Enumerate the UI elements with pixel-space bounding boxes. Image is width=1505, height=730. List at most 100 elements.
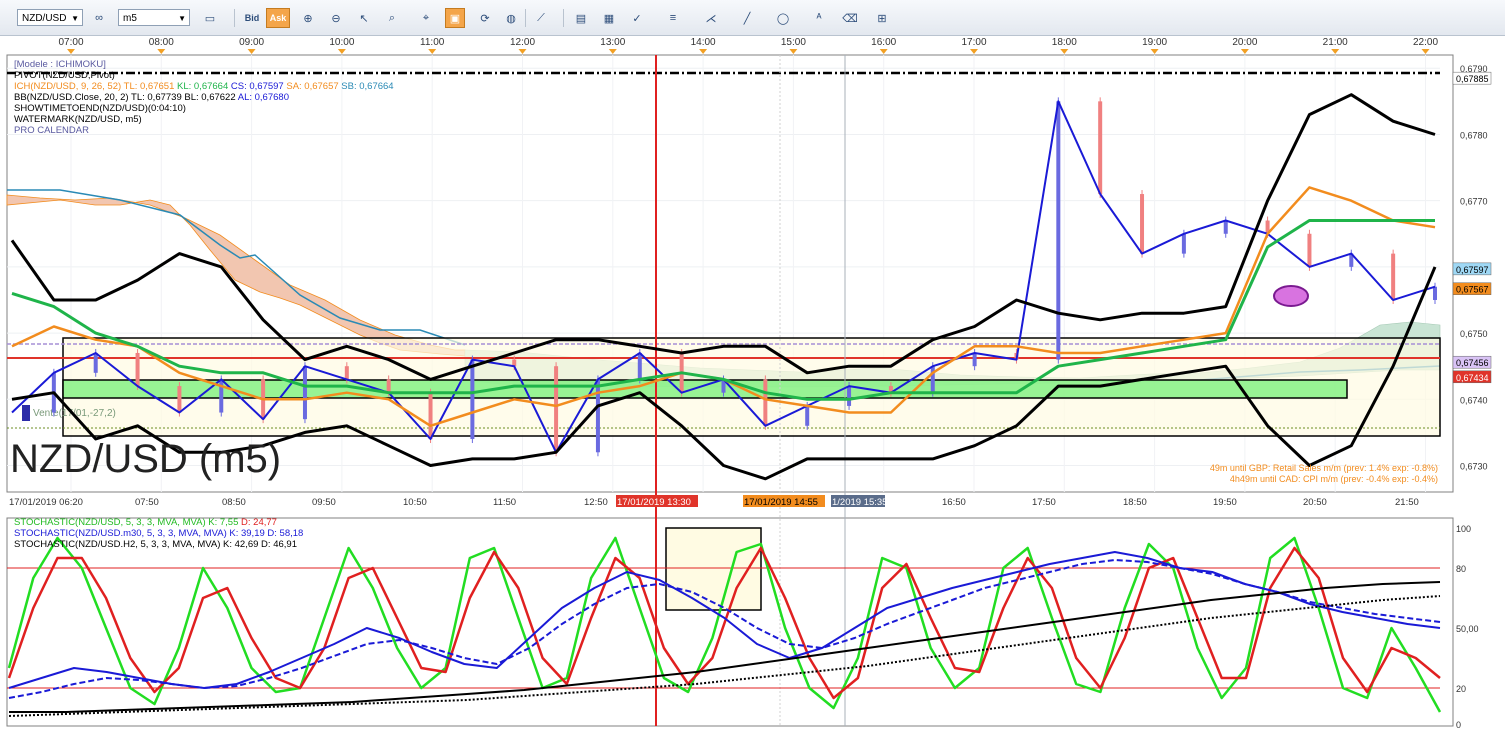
stoch-legend-1: STOCHASTIC(NZD/USD, 5, 3, 3, MVA, MVA) K…	[14, 517, 277, 528]
top-time-tick: 16:00	[871, 37, 896, 48]
price-tag-value: 0,67456	[1456, 358, 1489, 368]
legend-showtime: SHOWTIMETOEND(NZD/USD)(0:04:10)	[14, 103, 186, 114]
top-time-tick: 10:00	[329, 37, 354, 48]
chart-canvas[interactable]: Vente(17/01,-27,2) NZD/USD (m5) [Modele …	[0, 0, 1505, 730]
candle-body	[554, 366, 559, 453]
bottom-time-tick: 17/01/2019 06:20	[9, 497, 83, 508]
top-time-tick: 18:00	[1052, 37, 1077, 48]
price-tag-value: 0,67597	[1456, 265, 1489, 275]
candle-body	[302, 366, 307, 420]
stoch-axis: 100 80 50,00 20 0	[1456, 524, 1479, 730]
top-time-tick: 22:00	[1413, 37, 1438, 48]
stoch-tick: 80	[1456, 564, 1466, 574]
stoch-tick: 0	[1456, 720, 1461, 730]
candle-body	[1056, 101, 1061, 360]
time-marker-triangle	[1240, 49, 1249, 54]
price-tick: 0,6740	[1460, 395, 1488, 405]
bottom-time-tick: 17:50	[1032, 497, 1056, 508]
price-tag-value: 0,67885	[1456, 74, 1489, 84]
bottom-time-tick: 19:50	[1213, 497, 1237, 508]
time-marker-triangle	[608, 49, 617, 54]
price-tag-value: 0,67434	[1456, 373, 1489, 383]
candle-body	[135, 352, 140, 387]
candle-body	[386, 379, 391, 393]
time-marker-triangle	[789, 49, 798, 54]
top-time-tick: 14:00	[691, 37, 716, 48]
price-tick: 0,6730	[1460, 462, 1488, 472]
time-marker-triangle	[970, 49, 978, 54]
top-time-tick: 11:00	[420, 37, 445, 48]
top-time-tick: 15:00	[781, 37, 806, 48]
time-marker-triangle	[67, 49, 75, 54]
stoch-legend-2: STOCHASTIC(NZD/USD.m30, 5, 3, 3, MVA, MV…	[14, 528, 303, 539]
bottom-time-tick: 09:50	[312, 497, 336, 508]
bottom-time-tick: 17/01/2019 14:55	[744, 497, 818, 508]
bottom-time-tick: 10:50	[403, 497, 427, 508]
bottom-time-tick: 08:50	[222, 497, 246, 508]
top-time-tick: 20:00	[1232, 37, 1257, 48]
candle-body	[1223, 220, 1228, 234]
legend-watermark: WATERMARK(NZD/USD, m5)	[14, 114, 142, 125]
legend-modele: [Modele : ICHIMOKU]	[14, 59, 106, 70]
time-marker-triangle	[1150, 49, 1159, 54]
time-marker-triangle	[1060, 49, 1069, 54]
candle-body	[972, 352, 977, 367]
top-time-tick: 19:00	[1142, 37, 1167, 48]
candle-body	[1433, 286, 1437, 300]
top-time-tick: 17:00	[961, 37, 986, 48]
price-tag-value: 0,67567	[1456, 285, 1489, 295]
bottom-time-tick: 11:50	[493, 497, 516, 508]
legend-pivot: PIVOT(NZD/USD,Pivot)	[14, 70, 115, 81]
time-marker-triangle	[337, 49, 346, 54]
candle-body	[470, 359, 475, 440]
candle-body	[1307, 233, 1312, 267]
time-marker-triangle	[879, 49, 888, 54]
top-time-tick: 09:00	[239, 37, 264, 48]
candle-body	[763, 379, 768, 426]
time-marker-triangle	[1331, 49, 1340, 54]
stoch-tick: 100	[1456, 524, 1471, 534]
calendar-event-2: 4h49m until CAD: CPI m/m (prev: -0.4% ex…	[1230, 474, 1438, 484]
trade-entry-box	[62, 379, 1348, 399]
top-time-tick: 21:00	[1323, 37, 1348, 48]
stoch-tick: 50,00	[1456, 624, 1479, 634]
legend-bb: BB(NZD/USD.Close, 20, 2) TL: 0,67739 BL:…	[14, 92, 289, 103]
top-time-tick: 08:00	[149, 37, 174, 48]
time-marker-triangle	[1421, 49, 1430, 54]
bottom-time-tick: 20:50	[1303, 497, 1327, 508]
time-marker-triangle	[157, 49, 166, 54]
candle-body	[1391, 253, 1396, 300]
top-time-axis: 07:00 08:00 09:00 10:00 11:00 12:00 13:00 14:00…	[58, 37, 1438, 54]
candle-body	[1140, 194, 1145, 254]
stoch-legend: STOCHASTIC(NZD/USD, 5, 3, 3, MVA, MVA) K…	[14, 517, 303, 550]
price-tick: 0,6750	[1460, 329, 1488, 339]
price-tick: 0,6770	[1460, 197, 1488, 207]
time-marker-triangle	[518, 49, 527, 54]
stoch-legend-3: STOCHASTIC(NZD/USD.H2, 5, 3, 3, MVA, MVA…	[14, 539, 297, 550]
top-time-tick: 07:00	[58, 37, 83, 48]
bottom-time-tick: 1/2019 15:35	[832, 497, 887, 508]
bottom-time-axis: 17/01/2019 06:20 07:50 08:50 09:50 10:50 11:5…	[9, 495, 1419, 508]
bottom-time-tick: 07:50	[135, 497, 159, 508]
candle-body	[637, 352, 642, 380]
bottom-time-tick: 21:50	[1395, 497, 1419, 508]
candle-body	[595, 379, 600, 453]
trade-marker	[22, 405, 30, 421]
time-marker-triangle	[699, 49, 708, 54]
bottom-time-tick: 18:50	[1123, 497, 1147, 508]
time-marker-triangle	[247, 49, 256, 54]
bottom-time-tick: 12:50	[584, 497, 608, 508]
candle-body	[930, 366, 935, 393]
candle-body	[428, 392, 433, 440]
candle-body	[177, 386, 182, 413]
stoch-tick: 20	[1456, 684, 1466, 694]
calendar-event-1: 49m until GBP: Retail Sales m/m (prev: 1…	[1210, 463, 1438, 473]
bottom-time-tick: 16:50	[942, 497, 966, 508]
highlight-ellipse	[1273, 285, 1309, 307]
candle-body	[344, 366, 349, 380]
top-time-tick: 12:00	[510, 37, 535, 48]
top-time-tick: 13:00	[600, 37, 625, 48]
candle-body	[847, 386, 852, 406]
candle-body	[805, 405, 810, 426]
price-tick: 0,6780	[1460, 130, 1488, 140]
